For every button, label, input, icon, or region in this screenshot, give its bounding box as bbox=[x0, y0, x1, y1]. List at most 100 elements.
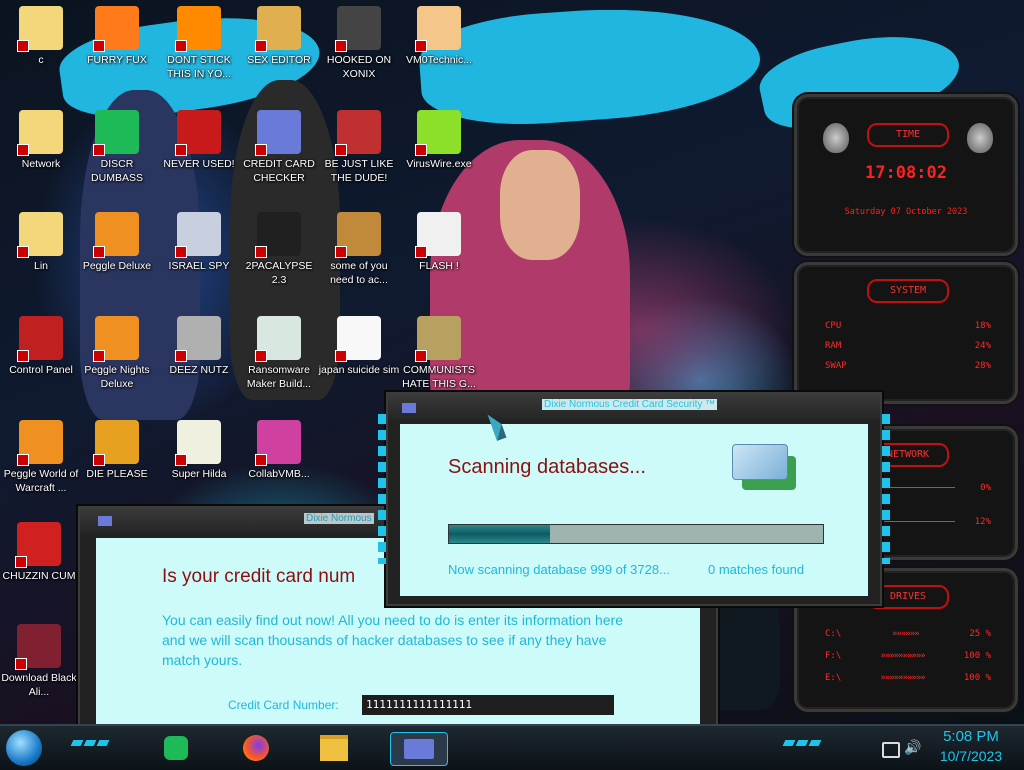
google-chat-icon[interactable] bbox=[160, 732, 192, 764]
desktop-icon[interactable]: Peggle World of Warcraft ... bbox=[0, 418, 82, 518]
desktop-icon[interactable]: CHUZZIN CUM bbox=[0, 520, 80, 620]
shortcut-arrow-icon bbox=[335, 40, 347, 52]
shortcut-arrow-icon bbox=[335, 350, 347, 362]
system-widget: SYSTEM CPU 18% RAM 24% SWAP 28% bbox=[794, 262, 1018, 404]
credit-card-icon bbox=[255, 110, 301, 156]
scan-status: Now scanning database 999 of 3728... bbox=[448, 562, 670, 577]
file-explorer-icon[interactable] bbox=[318, 732, 350, 764]
money-bag-icon bbox=[415, 316, 461, 362]
alien-icon bbox=[967, 123, 993, 153]
desktop-icon[interactable]: FURRY FUX bbox=[76, 4, 158, 104]
alien-icon bbox=[823, 123, 849, 153]
black-orb-icon bbox=[15, 624, 61, 670]
desktop-icon-label: Download Black Ali... bbox=[1, 672, 77, 698]
cc-number-field[interactable]: 1111111111111111 bbox=[362, 695, 614, 715]
desktop-icon[interactable]: Control Panel bbox=[0, 314, 82, 414]
desktop-icon-label: Control Panel bbox=[9, 364, 73, 376]
title-bar[interactable]: Dixie Normous Credit Card Security ™ bbox=[388, 394, 880, 420]
desktop-icon[interactable]: BE JUST LIKE THE DUDE! bbox=[318, 108, 400, 208]
time-widget: TIME 17:08:02 Saturday 07 October 2023 bbox=[794, 94, 1018, 256]
start-button[interactable] bbox=[6, 730, 42, 766]
shortcut-arrow-icon bbox=[175, 40, 187, 52]
desktop-icon[interactable]: Super Hilda bbox=[158, 418, 240, 518]
network-icon[interactable] bbox=[882, 742, 900, 758]
desktop-icon[interactable]: Network bbox=[0, 108, 82, 208]
scanning-heading: Scanning databases... bbox=[448, 456, 646, 478]
desktop-icon[interactable]: HOOKED ON XONIX bbox=[318, 4, 400, 104]
desktop-icon[interactable]: Peggle Nights Deluxe bbox=[76, 314, 158, 414]
desktop-icon[interactable]: DEEZ NUTZ bbox=[158, 314, 240, 414]
desktop-icon[interactable]: CollabVMB... bbox=[238, 418, 320, 518]
matches-found: 0 matches found bbox=[708, 562, 805, 577]
taskbar-date[interactable]: 10/7/2023 bbox=[934, 748, 1008, 764]
shortcut-arrow-icon bbox=[93, 144, 105, 156]
desktop-icon-label: 2PACALYPSE 2.3 bbox=[245, 260, 313, 286]
shortcut-arrow-icon bbox=[17, 40, 29, 52]
desktop-icon-label: some of you need to ac... bbox=[330, 260, 388, 286]
desktop-icon-label: CREDIT CARD CHECKER bbox=[243, 158, 315, 184]
credit-card-icon[interactable] bbox=[390, 732, 448, 766]
side-glow bbox=[882, 414, 890, 564]
shortcut-arrow-icon bbox=[17, 144, 29, 156]
shortcut-arrow-icon bbox=[175, 144, 187, 156]
pixel-cat-icon bbox=[175, 420, 221, 466]
desktop-icon[interactable]: Lin bbox=[0, 210, 82, 310]
desktop-icon-label: CollabVMB... bbox=[248, 468, 310, 480]
scanning-window[interactable]: Dixie Normous Credit Card Security ™ Sca… bbox=[378, 392, 890, 606]
desktop-icon-label: Ransomware Maker Build... bbox=[246, 364, 312, 390]
drive-row: F:\»»»»»»»»»» 100 % bbox=[825, 651, 991, 661]
system-widget-title: SYSTEM bbox=[867, 279, 949, 303]
swap-row: SWAP 28% bbox=[825, 361, 991, 371]
credit-cards-icon bbox=[732, 444, 798, 490]
progress-bar bbox=[448, 524, 824, 544]
desktop-icon-label: COMMUNISTS HATE THIS G... bbox=[402, 364, 476, 390]
desktop-icon-label: ISRAEL SPY bbox=[168, 260, 230, 272]
shortcut-arrow-icon bbox=[17, 246, 29, 258]
desktop-icon[interactable]: DISCR DUMBASS bbox=[76, 108, 158, 208]
desktop-icon-label: japan suicide sim bbox=[318, 364, 400, 376]
firefox-icon bbox=[93, 6, 139, 52]
window-client: Scanning databases... Now scanning datab… bbox=[400, 424, 868, 596]
desktop-icon-label: DEEZ NUTZ bbox=[169, 364, 229, 376]
shortcut-arrow-icon bbox=[93, 350, 105, 362]
decor-pips bbox=[782, 740, 822, 746]
desktop-icon[interactable]: NEVER USED! bbox=[158, 108, 240, 208]
flash-doc-icon bbox=[415, 212, 461, 258]
desktop-icon[interactable]: CREDIT CARD CHECKER bbox=[238, 108, 320, 208]
shortcut-arrow-icon bbox=[93, 246, 105, 258]
volume-icon[interactable]: 🔊 bbox=[904, 740, 921, 756]
desktop-icon-label: CHUZZIN CUM bbox=[2, 570, 76, 582]
desktop-icon[interactable]: VirusWire.exe bbox=[398, 108, 480, 208]
desktop-icon[interactable]: some of you need to ac... bbox=[318, 210, 400, 310]
firefox-icon[interactable] bbox=[240, 732, 272, 764]
desktop-icon-label: Peggle World of Warcraft ... bbox=[3, 468, 79, 494]
desktop-icon[interactable]: SEX EDITOR bbox=[238, 4, 320, 104]
desktop-icon[interactable]: 2PACALYPSE 2.3 bbox=[238, 210, 320, 310]
stacked-windows-icon bbox=[175, 316, 221, 362]
doctor-icon bbox=[415, 6, 461, 52]
desktop-icon-label: Super Hilda bbox=[171, 468, 227, 480]
star-butterfly-icon bbox=[17, 212, 63, 258]
desktop-icon[interactable]: Peggle Deluxe bbox=[76, 210, 158, 310]
description-text: You can easily find out now! All you nee… bbox=[162, 612, 623, 668]
xonix-game-icon bbox=[335, 6, 381, 52]
control-panel-icon bbox=[17, 316, 63, 362]
desktop-icon[interactable]: VM0Technic... bbox=[398, 4, 480, 104]
desktop-icon[interactable]: DIE PLEASE bbox=[76, 418, 158, 518]
desktop-icon[interactable]: Ransomware Maker Build... bbox=[238, 314, 320, 414]
shortcut-arrow-icon bbox=[335, 144, 347, 156]
hxd-editor-icon bbox=[255, 6, 301, 52]
side-glow bbox=[378, 414, 386, 564]
desktop-icon[interactable]: Download Black Ali... bbox=[0, 622, 80, 722]
dev-plus-icon bbox=[175, 110, 221, 156]
desktop-icon[interactable]: ISRAEL SPY bbox=[158, 210, 240, 310]
shortcut-arrow-icon bbox=[93, 454, 105, 466]
desktop-icon-label: DISCR DUMBASS bbox=[91, 158, 143, 184]
taskbar-time[interactable]: 5:08 PM bbox=[934, 728, 1008, 745]
desktop-icon[interactable]: DONT STICK THIS IN YO... bbox=[158, 4, 240, 104]
desktop-icon[interactable]: FLASH ! bbox=[398, 210, 480, 310]
de-logo-icon bbox=[93, 420, 139, 466]
star-butterfly-icon bbox=[17, 6, 63, 52]
peggle-icon bbox=[93, 212, 139, 258]
desktop-icon[interactable]: c bbox=[0, 4, 82, 104]
